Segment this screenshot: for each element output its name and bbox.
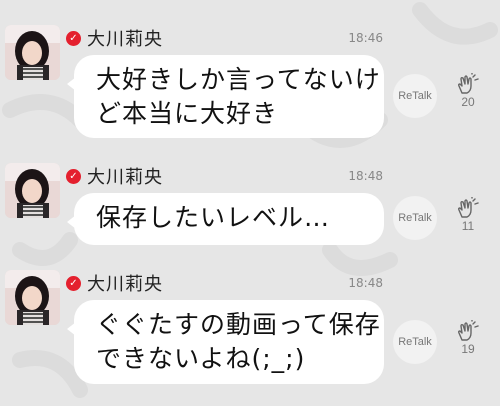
sender-name[interactable]: 大川莉央 (87, 25, 163, 51)
message-bubble[interactable]: 大好きしか言ってないけ ど本当に大好き (67, 55, 384, 138)
verified-check-icon: ✓ (66, 30, 81, 46)
clap-button[interactable]: 19 (448, 320, 488, 356)
sender-name[interactable]: 大川莉央 (87, 163, 163, 189)
clap-count: 20 (461, 95, 475, 109)
message-bubble[interactable]: ぐぐたすの動画って保存 できないよね(;_;) (67, 300, 384, 384)
retalk-button[interactable]: ReTalk (393, 320, 437, 364)
timestamp: 18:46 (348, 31, 383, 45)
avatar[interactable] (5, 25, 60, 80)
avatar[interactable] (5, 163, 60, 218)
verified-check-icon: ✓ (66, 168, 81, 184)
sender-name[interactable]: 大川莉央 (87, 270, 163, 296)
message-text-line: 大好きしか言ってないけ (96, 65, 381, 94)
verified-check-icon: ✓ (66, 275, 81, 291)
avatar[interactable] (5, 270, 60, 325)
retalk-button[interactable]: ReTalk (393, 196, 437, 240)
clap-button[interactable]: 11 (448, 197, 488, 233)
message-header: ✓ 大川莉央 (66, 270, 163, 296)
retalk-button[interactable]: ReTalk (393, 74, 437, 118)
bubble-tail (67, 215, 76, 229)
bubble-tail (67, 77, 76, 91)
bubble-tail (67, 322, 76, 336)
message-text-line: ぐぐたすの動画って保存 (96, 310, 381, 339)
message-text-line: ど本当に大好き (96, 99, 279, 128)
message-header: ✓ 大川莉央 (66, 25, 163, 51)
clap-button[interactable]: 20 (448, 73, 488, 109)
clap-count: 19 (461, 342, 475, 356)
message-header: ✓ 大川莉央 (66, 163, 163, 189)
message-text-line: できないよね(;_;) (96, 344, 306, 373)
clap-hands-icon (457, 320, 479, 341)
timestamp: 18:48 (348, 276, 383, 290)
clap-hands-icon (457, 197, 479, 218)
clap-count: 11 (461, 219, 475, 233)
message-text-line: 保存したいレベル… (96, 203, 331, 232)
message-bubble[interactable]: 保存したいレベル… (67, 193, 384, 245)
timestamp: 18:48 (348, 169, 383, 183)
clap-hands-icon (457, 73, 479, 94)
